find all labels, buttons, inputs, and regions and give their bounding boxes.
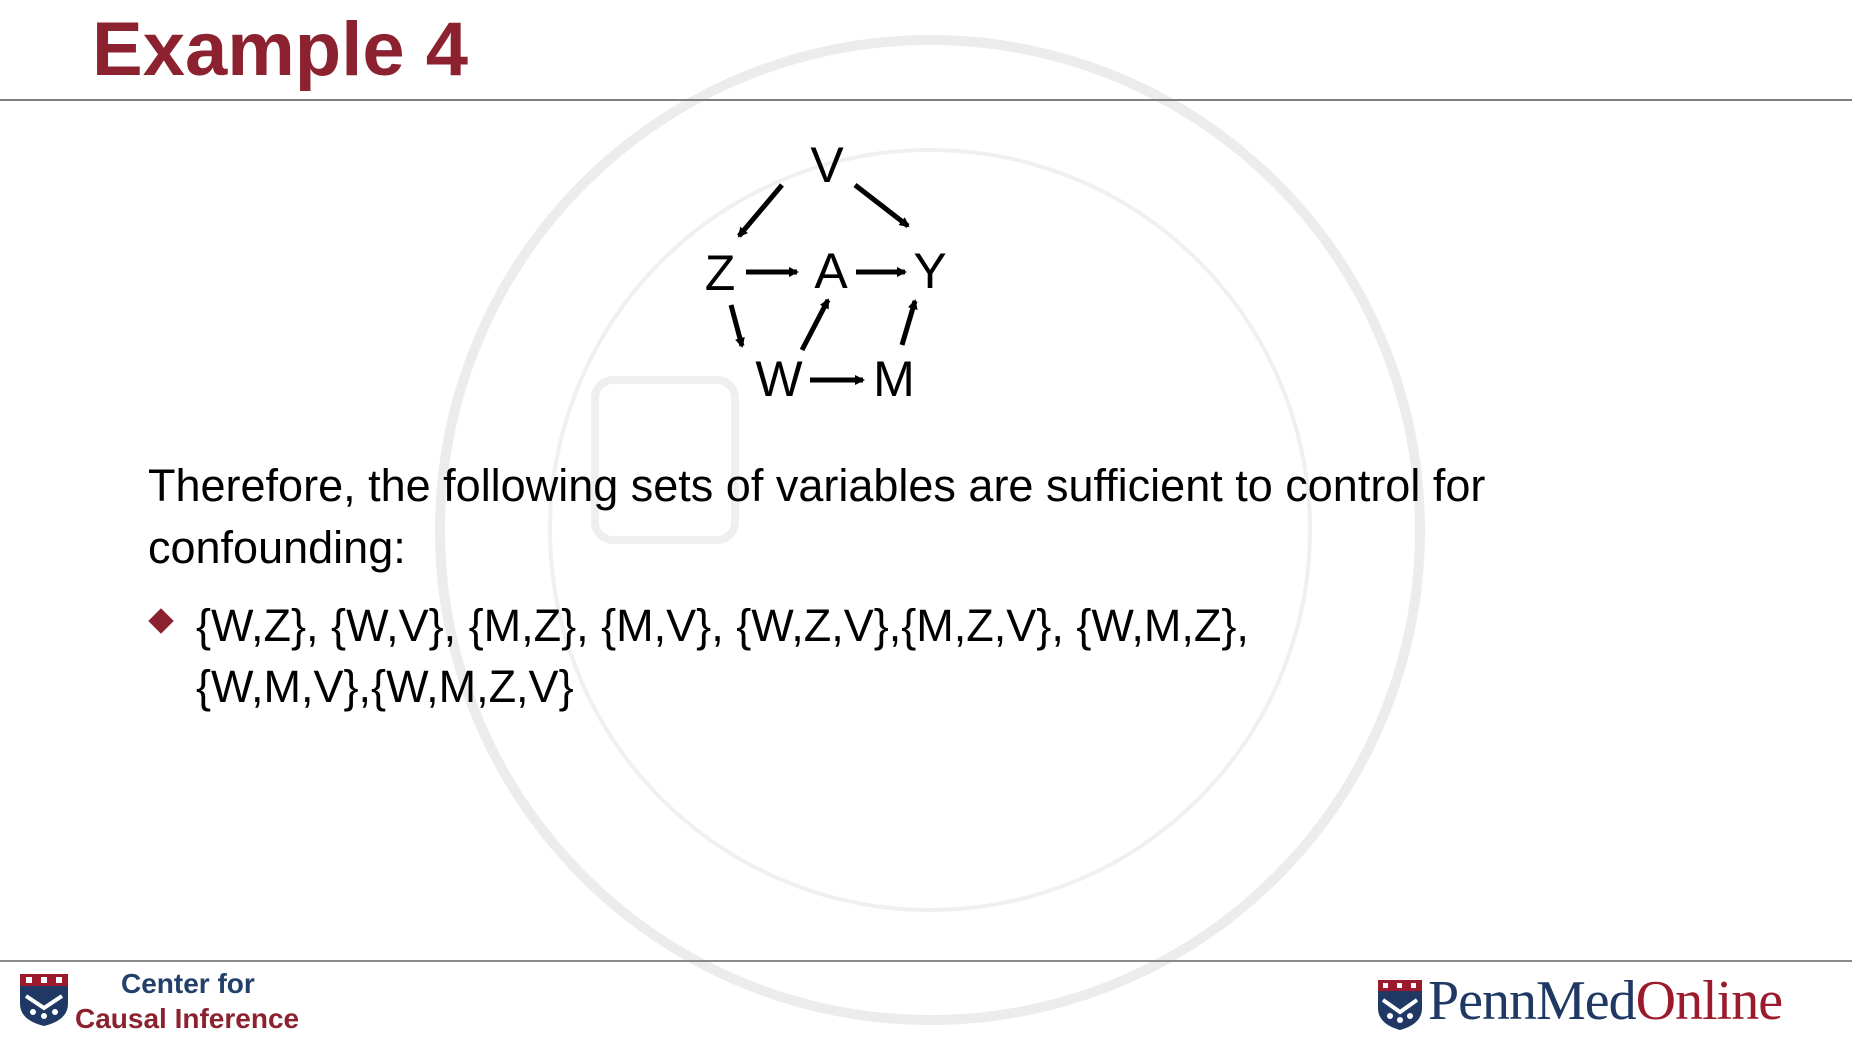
edge-z-w [728,304,745,348]
node-v: V [810,137,844,193]
causal-inference-label: Causal Inference [75,1003,300,1034]
causal-diagram: V Z A Y W M [690,140,970,410]
brand-online: Online [1635,970,1783,1032]
node-m: M [873,351,915,407]
edge-v-y [853,183,910,228]
edge-w-a [799,298,831,352]
header-divider [0,99,1852,101]
penn-shield-icon [20,974,68,1026]
node-y: Y [913,243,947,299]
edge-v-z [737,183,784,238]
statement-text: Therefore, the following sets of variabl… [148,460,1486,573]
center-for-label: Center for [121,968,255,999]
edge-m-y [899,299,918,346]
node-z: Z [704,245,736,301]
sets-line-2: {W,M,V},{W,M,Z,V} [196,661,574,712]
node-a: A [814,243,848,299]
penn-shield-icon [1378,980,1422,1030]
slide-title: Example 4 [92,7,468,92]
diamond-bullet-icon [148,608,174,634]
node-w: W [755,351,803,407]
pennmedonline-logo: PennMedOnline [1428,970,1783,1032]
footer-divider [0,960,1852,962]
sets-line-1: {W,Z}, {W,V}, {M,Z}, {M,V}, {W,Z,V},{M,Z… [196,600,1249,651]
brand-pennmed: PennMed [1428,970,1637,1032]
sufficient-sets-list: {W,Z}, {W,V}, {M,Z}, {M,V}, {W,Z,V},{M,Z… [196,595,1716,717]
